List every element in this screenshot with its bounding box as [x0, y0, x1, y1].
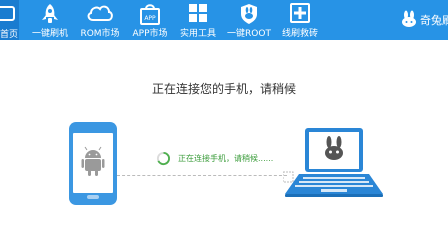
- nav-label: 线刷救砖: [281, 29, 318, 39]
- nav-app-market[interactable]: APP APP市场: [128, 0, 172, 40]
- plus-box-icon: [290, 3, 310, 23]
- nav-home-label: 首页: [0, 30, 19, 40]
- top-toolbar: 首页 一键刷机 ROM市场 APP APP市场 实用工具 一键ROOT 线刷救砖…: [0, 0, 448, 40]
- nav-utility-tools[interactable]: 实用工具: [178, 0, 218, 40]
- nav-rom-market[interactable]: ROM市场: [78, 0, 122, 40]
- nav-one-click-root[interactable]: 一键ROOT: [226, 0, 272, 40]
- page-title: 正在连接您的手机，请稍候: [151, 82, 296, 96]
- nav-line-flash-rescue[interactable]: 线刷救砖: [280, 0, 320, 40]
- grid-tools-icon: [189, 4, 207, 22]
- phone-illustration: [69, 122, 117, 205]
- nav-home-tab[interactable]: 首页: [0, 0, 19, 40]
- brand-label: 奇兔刷: [420, 14, 448, 27]
- shield-rabbit-icon: [241, 4, 257, 24]
- svg-text:APP: APP: [144, 15, 156, 22]
- laptop-illustration: [283, 128, 383, 197]
- home-icon: [0, 6, 15, 21]
- rocket-icon: [42, 4, 58, 23]
- cloud-icon: [87, 5, 113, 21]
- nav-label: 一键ROOT: [227, 29, 271, 39]
- nav-label: APP市场: [132, 29, 168, 39]
- loading-spinner-icon: [156, 151, 171, 166]
- connection-status-text: 正在连接手机，请稍候......: [178, 154, 274, 163]
- nav-label: 实用工具: [179, 29, 216, 39]
- rabbit-logo-icon: [402, 10, 416, 27]
- usb-cable-line: [117, 175, 287, 176]
- nav-label: 一键刷机: [31, 29, 68, 39]
- app-bag-icon: APP: [140, 4, 160, 25]
- phone-screen: [73, 133, 113, 193]
- brand-logo: 奇兔刷: [400, 8, 448, 34]
- phone-home-button: [87, 195, 99, 199]
- nav-one-click-flash[interactable]: 一键刷机: [30, 0, 70, 40]
- android-icon: [81, 146, 105, 176]
- nav-label: ROM市场: [80, 29, 120, 39]
